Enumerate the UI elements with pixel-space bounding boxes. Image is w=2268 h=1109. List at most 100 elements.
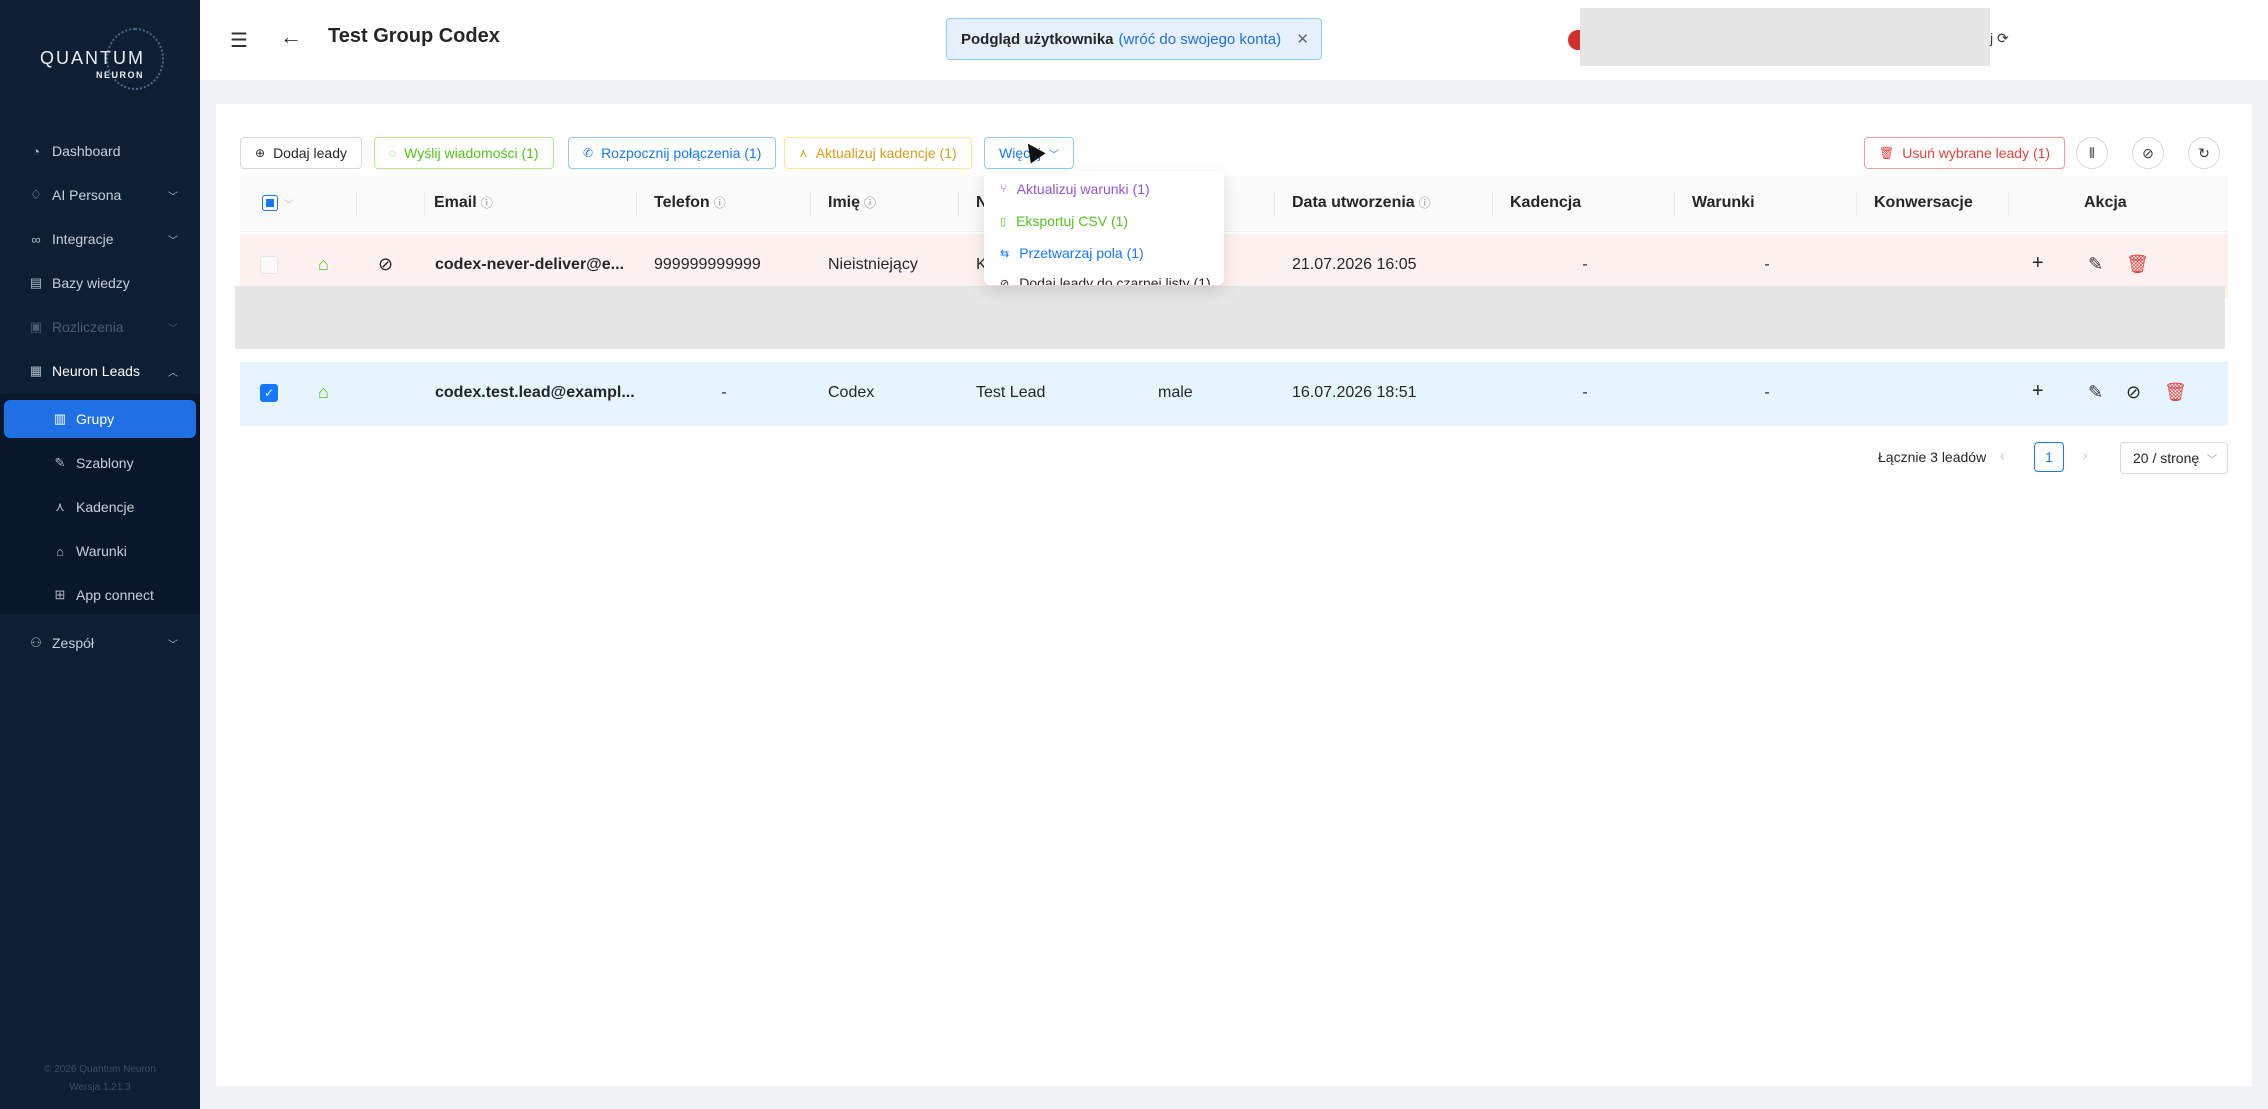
sidebar-item-label: Kadencje [76, 499, 135, 515]
row-checkbox[interactable]: ✓ [260, 384, 278, 402]
update-cadences-button[interactable]: ⋏ Aktualizuj kadencje (1) [784, 137, 972, 169]
menu-collapse-icon[interactable]: ☰ [230, 28, 248, 53]
update-cadences-label: Aktualizuj kadencje (1) [815, 145, 957, 161]
add-leads-button[interactable]: ⊕ Dodaj leady [240, 137, 362, 169]
sidebar-item-integrations[interactable]: ∞ Integracje ﹀ [4, 220, 196, 258]
logout-button[interactable]: j ⟳ [1990, 30, 2009, 47]
template-icon: ✎ [54, 455, 66, 470]
redacted-row [235, 286, 2225, 349]
page-title: Test Group Codex [328, 25, 500, 47]
lead-gender: male [1158, 384, 1193, 401]
column-header-label: Akcja [2084, 194, 2127, 211]
block-icon: ⊘ [1000, 277, 1010, 286]
sidebar-item-billing[interactable]: ▣ Rozliczenia ﹀ [4, 308, 196, 346]
column-header-conversations[interactable]: Konwersacje [1874, 194, 1973, 212]
sidebar-item-team[interactable]: ⚇ Zespół ﹀ [4, 624, 196, 662]
column-header-label: Warunki [1692, 194, 1755, 211]
block-lead-icon[interactable]: ⊘ [2126, 382, 2141, 403]
sidebar-item-conditions[interactable]: ⌂ Warunki [4, 532, 196, 570]
book-icon: ▤ [29, 275, 43, 290]
bulb-icon: ♢ [30, 187, 42, 202]
sidebar-item-templates[interactable]: ✎ Szablony [4, 444, 196, 482]
column-header-label: Telefon [654, 194, 710, 211]
column-header-conditions[interactable]: Warunki [1692, 194, 1755, 212]
footer-version: Wersja 1.21.3 [69, 1082, 131, 1093]
sidebar-item-dashboard[interactable]: ◔ Dashboard [4, 132, 196, 170]
sidebar: QUANTUM NEURON ◔ Dashboard ♢ AI Persona … [0, 0, 200, 1109]
next-page-icon[interactable]: › [2083, 447, 2088, 463]
column-header-email[interactable]: Email ⓘ [434, 194, 493, 212]
logo-main-text: QUANTUM [40, 48, 145, 68]
dropdown-item-label: Eksportuj CSV (1) [1016, 213, 1129, 229]
logout-icon: ⟳ [1997, 30, 2009, 46]
dropdown-item-export-csv[interactable]: ▯ Eksportuj CSV (1) [1000, 213, 1128, 229]
sidebar-item-ai-persona[interactable]: ♢ AI Persona ﹀ [4, 176, 196, 214]
edit-icon[interactable]: ✎ [2088, 382, 2103, 403]
pagination-total: Łącznie 3 leadów [1878, 449, 1987, 465]
refresh-icon[interactable]: ↻ [2188, 137, 2220, 169]
brand-logo[interactable]: QUANTUM NEURON [36, 28, 164, 90]
column-divider [1492, 192, 1493, 216]
selection-chevron-icon[interactable]: ﹀ [284, 196, 294, 211]
trash-icon[interactable]: 🗑 [2164, 382, 2187, 403]
page-1-button[interactable]: 1 [2034, 442, 2064, 472]
column-header-label: Data utworzenia [1292, 194, 1415, 211]
block-icon[interactable]: ⊘ [2132, 137, 2164, 169]
add-leads-label: Dodaj leady [273, 145, 347, 161]
sidebar-item-groups[interactable]: ▥ Grupy [4, 400, 196, 438]
plus-circle-icon: ⊕ [255, 146, 266, 160]
column-header-created[interactable]: Data utworzenia ⓘ [1292, 194, 1431, 212]
column-header-first-name[interactable]: Imię ⓘ [828, 194, 876, 212]
impersonation-banner: Podgląd użytkownika (wróć do swojego kon… [946, 18, 1322, 60]
add-conversation-button[interactable]: + [2032, 252, 2044, 275]
edit-icon[interactable]: ✎ [2088, 254, 2103, 275]
sidebar-item-label: Rozliczenia [52, 319, 124, 335]
column-header-phone[interactable]: Telefon ⓘ [654, 194, 726, 212]
lead-phone: - [721, 384, 727, 401]
start-calls-label: Rozpocznij połączenia (1) [601, 145, 762, 161]
sidebar-item-label: Bazy wiedzy [52, 275, 130, 291]
sidebar-item-app-connect[interactable]: ⊞ App connect [4, 576, 196, 614]
cadence-icon: ⋏ [55, 499, 65, 514]
page-size-select[interactable]: 20 / stronę ﹀ [2120, 442, 2228, 474]
indeterminate-mark [266, 199, 274, 207]
row-checkbox[interactable] [260, 256, 278, 274]
column-header-cadence[interactable]: Kadencja [1510, 194, 1581, 212]
conditions-icon: ⌂ [56, 543, 64, 559]
close-icon[interactable]: ✕ [1296, 30, 1309, 48]
branch-icon: ⑂ [1000, 183, 1007, 195]
sidebar-item-neuron-leads[interactable]: ▦ Neuron Leads ︿ [4, 352, 196, 390]
sidebar-item-label: Grupy [76, 411, 115, 427]
table-row[interactable]: ✓ ⌂ codex.test.lead@exampl... - Codex Te… [240, 362, 2228, 426]
send-messages-label: Wyślij wiadomości (1) [404, 145, 539, 161]
select-all-checkbox[interactable] [262, 195, 278, 211]
dropdown-item-blacklist[interactable]: ⊘ Dodaj leady do czarnej listy (1) [1000, 275, 1211, 285]
send-messages-button[interactable]: ◌ Wyślij wiadomości (1) [374, 137, 554, 169]
column-settings-icon[interactable]: ⦀ [2076, 137, 2108, 169]
delete-selected-label: Usuń wybrane leady (1) [1902, 145, 2051, 161]
info-icon: ⓘ [713, 196, 726, 210]
dropdown-item-update-conditions[interactable]: ⑂ Aktualizuj warunki (1) [1000, 181, 1150, 197]
more-actions-dropdown: ⑂ Aktualizuj warunki (1) ▯ Eksportuj CSV… [984, 171, 1224, 285]
start-calls-button[interactable]: ✆ Rozpocznij połączenia (1) [568, 137, 777, 169]
add-conversation-button[interactable]: + [2032, 380, 2044, 403]
lead-email[interactable]: codex.test.lead@exampl... [435, 384, 635, 402]
chevron-down-icon: ﹀ [1049, 149, 1060, 161]
column-header-action: Akcja [2084, 194, 2127, 212]
trash-icon[interactable]: 🗑 [2126, 254, 2149, 275]
dropdown-item-process-fields[interactable]: ⇆ Przetwarzaj pola (1) [1000, 245, 1144, 261]
sidebar-item-knowledge-bases[interactable]: ▤ Bazy wiedzy [4, 264, 196, 302]
column-divider [958, 192, 959, 216]
return-to-account-link[interactable]: (wróć do swojego konta) [1119, 31, 1282, 48]
logo-sub-text: NEURON [96, 70, 145, 80]
lead-last-name: Test Lead [976, 384, 1046, 401]
prev-page-icon[interactable]: ‹ [2000, 447, 2005, 463]
lead-email[interactable]: codex-never-deliver@e... [435, 256, 624, 274]
delete-selected-button[interactable]: 🗑 Usuń wybrane leady (1) [1864, 137, 2066, 169]
column-divider [810, 192, 811, 216]
sidebar-item-label: AI Persona [52, 187, 122, 203]
lead-first-name: Nieistniejący [828, 256, 918, 273]
sidebar-item-cadences[interactable]: ⋏ Kadencje [4, 488, 196, 526]
impersonation-text: Podgląd użytkownika [961, 30, 1114, 48]
back-arrow-icon[interactable]: ← [280, 24, 302, 50]
